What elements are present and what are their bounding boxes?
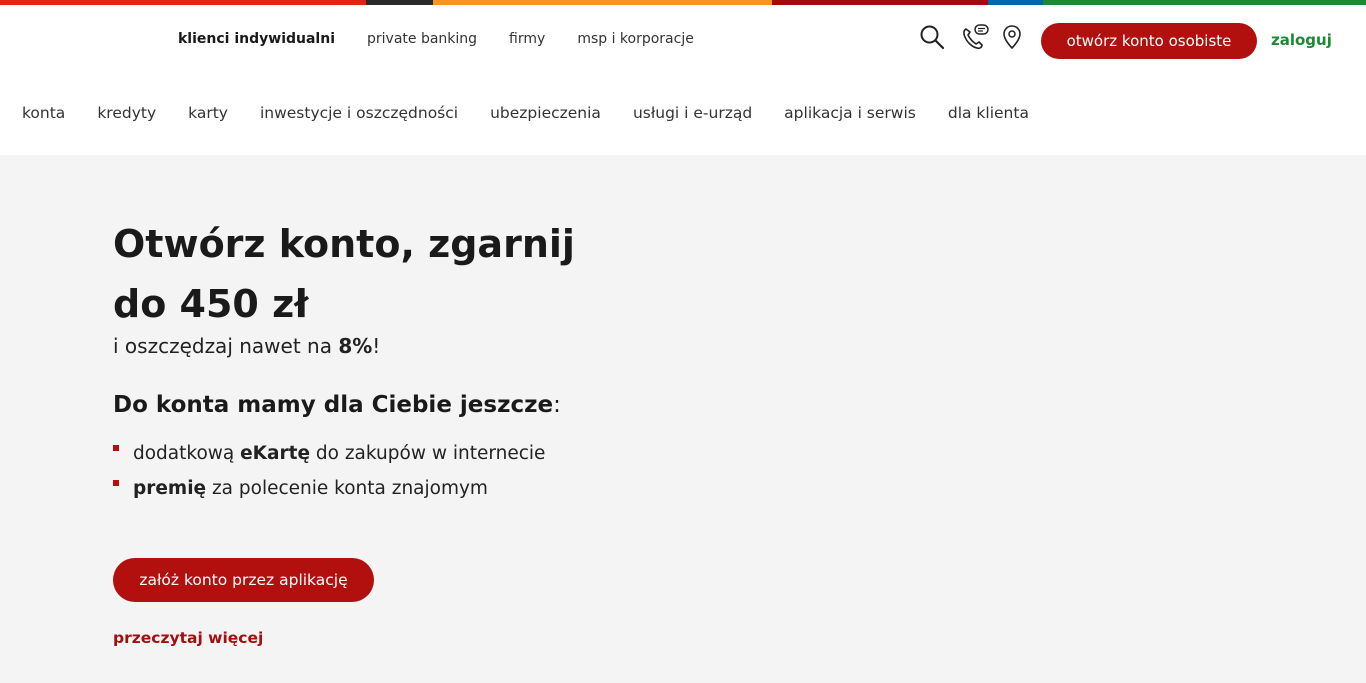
login-link[interactable]: zaloguj: [1271, 31, 1332, 49]
search-icon[interactable]: [918, 23, 946, 51]
extras-list: dodatkową eKartę do zakupów w internecie…: [113, 436, 545, 506]
main-nav-app-service[interactable]: aplikacja i serwis: [784, 104, 916, 122]
stripe-darkred: [772, 0, 988, 5]
stripe-orange: [433, 0, 772, 5]
extras-heading-colon: :: [553, 392, 561, 418]
main-nav-loans[interactable]: kredyty: [97, 104, 156, 122]
stripe-red: [0, 0, 366, 5]
segment-nav-corporate[interactable]: msp i korporacje: [577, 31, 694, 47]
list-item: premię za polecenie konta znajomym: [113, 471, 545, 506]
hero-subtitle-prefix: i oszczędzaj nawet na: [113, 334, 339, 358]
hero-subtitle: i oszczędzaj nawet na 8%!: [113, 334, 380, 358]
read-more-link[interactable]: przeczytaj więcej: [113, 629, 263, 647]
open-account-via-app-button[interactable]: załóż konto przez aplikację: [113, 558, 374, 602]
stripe-green: [1043, 0, 1366, 5]
stripe-black: [366, 0, 433, 5]
main-nav-insurance[interactable]: ubezpieczenia: [490, 104, 601, 122]
stripe-blue: [988, 0, 1043, 5]
segment-nav: klienci indywidualni private banking fir…: [178, 31, 726, 47]
extras-heading-text: Do konta mamy dla Ciebie jeszcze: [113, 392, 554, 418]
location-pin-icon[interactable]: [1000, 23, 1024, 51]
extra-1-before: dodatkową: [133, 443, 241, 464]
hero-subtitle-suffix: !: [372, 334, 381, 358]
main-nav-investments[interactable]: inwestycje i oszczędności: [260, 104, 458, 122]
hero-title: Otwórz konto, zgarnij do 450 zł: [113, 214, 575, 334]
hero-title-line2: do 450 zł: [113, 282, 309, 326]
hero-subtitle-rate: 8%: [338, 334, 373, 358]
hero-section: Otwórz konto, zgarnij do 450 zł i oszczę…: [0, 155, 1366, 683]
list-item: dodatkową eKartę do zakupów w internecie: [113, 436, 545, 471]
main-nav-for-client[interactable]: dla klienta: [948, 104, 1029, 122]
segment-nav-individual[interactable]: klienci indywidualni: [178, 31, 335, 47]
extra-1-bold: eKartę: [240, 443, 311, 464]
ukraine-flag-icon[interactable]: [876, 23, 904, 51]
main-nav-cards[interactable]: karty: [188, 104, 228, 122]
bullet-square-icon: [113, 480, 119, 486]
extra-1-after: do zakupów w internecie: [310, 443, 546, 464]
hero-title-line1: Otwórz konto, zgarnij: [113, 222, 575, 266]
main-nav: konta kredyty karty inwestycje i oszczęd…: [22, 104, 1061, 122]
main-nav-services[interactable]: usługi i e-urząd: [633, 104, 752, 122]
extras-heading: Do konta mamy dla Ciebie jeszcze:: [113, 392, 561, 418]
segment-nav-private-banking[interactable]: private banking: [367, 31, 477, 47]
main-nav-accounts[interactable]: konta: [22, 104, 65, 122]
brand-color-stripe: [0, 0, 1366, 5]
extra-2-bold: premię: [133, 478, 207, 499]
segment-nav-business[interactable]: firmy: [509, 31, 545, 47]
bullet-square-icon: [113, 445, 119, 451]
open-personal-account-button[interactable]: otwórz konto osobiste: [1041, 23, 1257, 59]
extra-2-after: za polecenie konta znajomym: [206, 478, 488, 499]
phone-chat-icon[interactable]: [960, 23, 990, 51]
utility-icons: [876, 23, 1024, 51]
